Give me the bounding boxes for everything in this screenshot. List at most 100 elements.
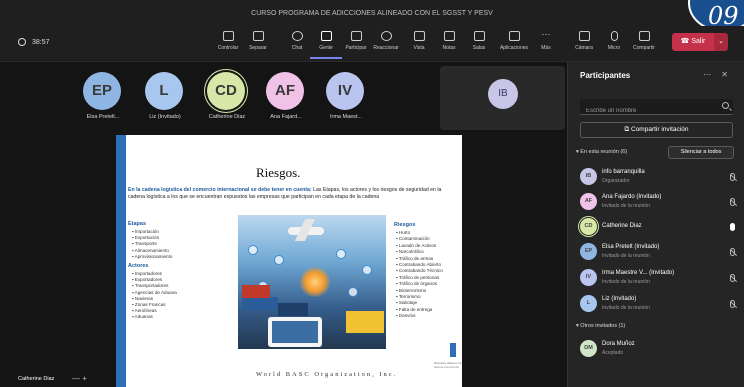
slide-title: Riesgos. — [256, 165, 301, 180]
hand-icon — [350, 31, 362, 41]
participant-row[interactable]: L Liz (Invitado) Invitado de la reunión — [580, 293, 740, 315]
avatar: EP — [580, 243, 597, 260]
mic-off-icon — [730, 173, 735, 181]
video-tile[interactable]: L Liz (Invitado) — [139, 62, 191, 132]
truck-icon — [346, 311, 384, 333]
mic-off-icon — [730, 274, 735, 282]
apps-button[interactable]: Aplicaciones — [494, 29, 534, 59]
notes-icon — [443, 31, 455, 41]
shared-slide: Riesgos. En la cadena logística del come… — [116, 135, 462, 387]
video-tile[interactable]: AF Ana Fajard... — [260, 62, 312, 132]
avatar: CD — [580, 218, 597, 235]
participant-role: Invitado de la reunión — [602, 253, 650, 259]
network-node-icon — [362, 265, 372, 275]
participant-row[interactable]: IB info barranquilla Organizador — [580, 166, 740, 188]
mic-on-icon — [730, 223, 735, 231]
container-icon — [242, 285, 270, 298]
mic-off-icon — [730, 300, 735, 308]
self-view-controls[interactable]: — + — [72, 374, 87, 383]
window-title-bar: CURSO PROGRAMA DE ADICCIONES ALINEADO CO… — [0, 0, 744, 26]
tile-name: Liz (Invitado) — [149, 114, 181, 120]
meeting-toolbar: 38:57 Controlar Separar Chat Gente Parti… — [0, 26, 744, 62]
participant-row[interactable]: AF Ana Fajardo (Invitado) Invitado de la… — [580, 191, 740, 213]
video-tile[interactable]: CD Catherine Diaz — [201, 62, 253, 132]
react-button[interactable]: Reaccionar — [370, 29, 402, 59]
network-node-icon — [274, 255, 284, 265]
share-invitation-button[interactable]: ⧉ Compartir invitación — [580, 122, 733, 138]
basc-logo — [450, 343, 456, 357]
actores-title: Actores — [128, 263, 149, 269]
participant-name: Elsa Pretelt (Invitado) — [602, 244, 660, 250]
shield-icon — [18, 38, 26, 46]
in-meeting-section[interactable]: ▾ En esta reunión (6) — [576, 149, 627, 155]
participant-role: Invitado de la reunión — [602, 203, 650, 209]
riesgos-title: Riesgos — [394, 222, 416, 228]
tablet-icon — [268, 317, 322, 347]
network-node-icon — [336, 249, 346, 259]
slide-intro-bold: En la cadena logística del comercio inte… — [128, 187, 312, 193]
share-icon — [638, 31, 650, 41]
more-button[interactable]: ⋯ Más — [530, 29, 562, 59]
search-icon[interactable] — [722, 102, 729, 109]
view-button[interactable]: Vista — [403, 29, 435, 59]
people-icon — [320, 31, 332, 41]
mute-all-button[interactable]: Silenciar a todos — [668, 146, 734, 159]
panel-title: Participantes — [580, 71, 631, 80]
panel-controls[interactable]: ⋯ ✕ — [703, 70, 732, 79]
participant-role: Invitado de la reunión — [602, 305, 650, 311]
participant-name: info barranquilla — [602, 169, 645, 175]
leave-dropdown-chevron-icon[interactable]: ⌄ — [714, 33, 728, 51]
avatar: L — [145, 72, 183, 110]
rooms-icon — [473, 31, 485, 41]
participant-search[interactable] — [580, 99, 733, 119]
participant-name: Catherine Diaz — [602, 223, 642, 229]
container-icon — [242, 297, 278, 310]
other-invitees-section[interactable]: ▾ Otros invitados (1) — [576, 323, 625, 329]
leave-button[interactable]: ☎ Salir — [672, 33, 714, 51]
camera-button[interactable]: Cámara — [568, 29, 600, 59]
raise-hand-button[interactable]: Participar — [340, 29, 372, 59]
network-node-icon — [248, 245, 258, 255]
react-icon — [380, 31, 392, 41]
avatar: IV — [326, 72, 364, 110]
chat-button[interactable]: Chat — [281, 29, 313, 59]
view-icon — [413, 31, 425, 41]
search-input[interactable] — [580, 103, 710, 119]
control-button[interactable]: Controlar — [212, 29, 244, 59]
participant-row[interactable]: DM Dora Muñoz Aceptado — [580, 338, 740, 360]
popout-button[interactable]: Separar — [242, 29, 274, 59]
participant-row[interactable]: EP Elsa Pretelt (Invitado) Invitado de l… — [580, 241, 740, 263]
participant-role: Aceptado — [602, 350, 624, 356]
organizer-video-tile[interactable]: IB — [440, 66, 565, 130]
mic-off-icon — [730, 248, 735, 256]
tile-name: Elsa Pretelt... — [86, 114, 120, 120]
popout-icon — [252, 31, 264, 41]
etapas-title: Etapas — [128, 221, 147, 227]
video-tile[interactable]: IV Irma Maest... — [320, 62, 372, 132]
avatar: DM — [580, 340, 597, 357]
avatar: L — [580, 295, 597, 312]
participant-row[interactable]: IV Irma Maestre V... (Invitado) Invitado… — [580, 267, 740, 289]
participant-name: Ana Fajardo (Invitado) — [602, 194, 662, 200]
container-icon — [278, 303, 308, 316]
video-tile[interactable]: EP Elsa Pretelt... — [77, 62, 129, 132]
avatar: IB — [488, 79, 518, 109]
mic-button[interactable]: Micro — [598, 29, 630, 59]
self-view-name: Catherine Diaz — [18, 376, 55, 382]
notes-button[interactable]: Notas — [433, 29, 465, 59]
leave-label: Salir — [691, 38, 706, 45]
meeting-timer: 38:57 — [18, 38, 50, 46]
people-button[interactable]: Gente — [310, 29, 342, 59]
network-node-icon — [348, 287, 358, 297]
participant-name: Dora Muñoz — [602, 341, 635, 347]
participant-row[interactable]: CD Catherine Diaz — [580, 216, 740, 238]
avatar: EP — [83, 72, 121, 110]
participant-role: Organizador — [602, 178, 630, 184]
avatar: IV — [580, 269, 597, 286]
airplane-icon — [288, 227, 324, 235]
tile-name: Ana Fajard... — [270, 114, 302, 120]
slide-intro: En la cadena logística del comercio inte… — [128, 187, 453, 201]
share-button[interactable]: Compartir — [628, 29, 660, 59]
rooms-button[interactable]: Salas — [463, 29, 495, 59]
mic-icon — [610, 31, 618, 41]
